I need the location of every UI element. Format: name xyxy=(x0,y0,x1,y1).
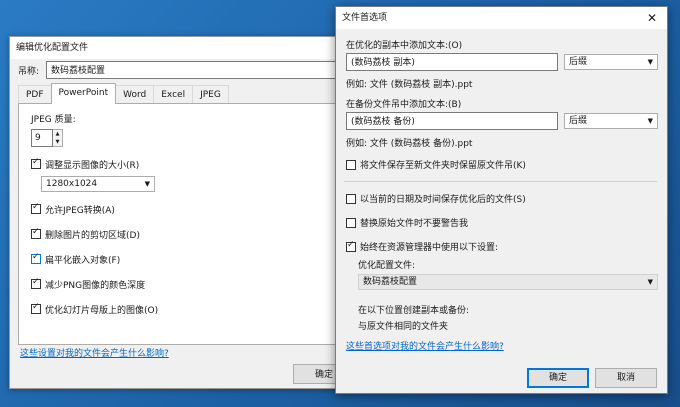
name-input[interactable]: 数码荔枝配置 xyxy=(46,61,354,79)
cancel-button[interactable]: 取消 xyxy=(595,368,657,388)
checkbox-icon[interactable] xyxy=(346,240,356,252)
delete-crop-checkbox[interactable]: 删除图片的剪切区域(D) xyxy=(31,226,158,242)
jpeg-quality-stepper[interactable]: 9 ▲ ▼ xyxy=(31,129,158,147)
checkbox-icon[interactable] xyxy=(31,252,41,264)
close-icon[interactable]: ✕ xyxy=(645,7,659,29)
profile-label: 优化配置文件: xyxy=(358,261,416,271)
tab-powerpoint[interactable]: PowerPoint xyxy=(50,83,117,104)
location-label: 在以下位置创建副本或备份: xyxy=(358,306,470,316)
location-value: 与原文件相同的文件夹 xyxy=(358,322,449,332)
resize-checkbox[interactable]: 调整显示图像的大小(R) xyxy=(31,156,158,172)
copy-example: 例如: 文件 (数码荔枝 副本).ppt xyxy=(346,80,473,90)
date-label: 以当前的日期及时间保存优化后的文件(S) xyxy=(360,195,526,205)
resolution-value: 1280x1024 xyxy=(46,179,98,189)
settings-help-link[interactable]: 这些设置对我的文件会产生什么影响? xyxy=(20,346,169,359)
no-warn-checkbox[interactable]: 替换原始文件时不要警告我 xyxy=(346,216,468,229)
separator xyxy=(344,181,657,182)
checkbox-icon[interactable] xyxy=(346,159,356,170)
checkbox-icon[interactable] xyxy=(346,193,356,204)
ok-button[interactable]: 确定 xyxy=(527,368,589,388)
spin-up-icon[interactable]: ▲ xyxy=(53,130,62,138)
edit-profile-window: 编辑优化配置文件 吊称: 数码荔枝配置 PDF PowerPoint Word … xyxy=(9,36,362,389)
tab-jpeg[interactable]: JPEG xyxy=(192,85,229,104)
date-checkbox[interactable]: 以当前的日期及时间保存优化后的文件(S) xyxy=(346,192,526,205)
dialog-title: 文件首选项 xyxy=(342,13,388,23)
resize-label: 调整显示图像的大小(R) xyxy=(45,160,140,171)
copy-position-select[interactable]: 后缀 ▼ xyxy=(564,54,658,70)
profile-select[interactable]: 数码荔枝配置 ▼ xyxy=(358,274,658,290)
chevron-down-icon: ▼ xyxy=(647,117,653,125)
optimize-master-label: 优化幻灯片母版上的图像(O) xyxy=(45,305,159,316)
chevron-down-icon: ▼ xyxy=(144,180,150,188)
backup-example: 例如: 文件 (数码荔枝 备份).ppt xyxy=(346,139,473,149)
name-label: 吊称: xyxy=(18,66,40,77)
dialog-title-bar: 文件首选项 ✕ xyxy=(336,7,667,29)
chevron-down-icon: ▼ xyxy=(647,278,653,286)
checkbox-icon[interactable] xyxy=(31,277,41,289)
checkbox-icon[interactable] xyxy=(31,202,41,214)
optimize-master-checkbox[interactable]: 优化幻灯片母版上的图像(O) xyxy=(31,301,158,317)
chevron-down-icon: ▼ xyxy=(647,58,653,66)
flatten-checkbox[interactable]: 扁平化嵌入对象(F) xyxy=(31,251,158,267)
window-title: 编辑优化配置文件 xyxy=(10,37,361,59)
name-row: 吊称: 数码荔枝配置 xyxy=(18,61,354,79)
checkbox-icon[interactable] xyxy=(31,157,41,169)
tab-word[interactable]: Word xyxy=(115,85,155,104)
checkbox-icon[interactable] xyxy=(31,302,41,314)
powerpoint-pane: JPEG 质量: 9 ▲ ▼ 调整显示图像的大小(R) 1280x1024 ▼ … xyxy=(18,103,350,345)
no-warn-label: 替换原始文件时不要警告我 xyxy=(360,219,469,229)
checkbox-icon[interactable] xyxy=(31,227,41,239)
tab-excel[interactable]: Excel xyxy=(153,85,194,104)
spin-down-icon[interactable]: ▼ xyxy=(53,138,62,146)
backup-text-input[interactable]: (数码荔枝 备份) xyxy=(346,112,558,130)
jpeg-quality-label: JPEG 质量: xyxy=(31,115,76,125)
backup-position-select[interactable]: 后缀 ▼ xyxy=(564,113,658,129)
profile-value: 数码荔枝配置 xyxy=(363,277,418,287)
jpeg-quality-value[interactable]: 9 xyxy=(31,129,53,147)
copy-label: 在优化的副本中添加文本:(O) xyxy=(346,41,463,51)
delete-crop-label: 删除图片的剪切区域(D) xyxy=(45,230,140,241)
keep-original-checkbox[interactable]: 将文件保存至新文件夹时保留原文件吊(K) xyxy=(346,158,526,171)
allow-jpeg-checkbox[interactable]: 允许JPEG转换(A) xyxy=(31,201,158,217)
always-use-checkbox[interactable]: 始终在资源管理器中使用以下设置: xyxy=(346,240,498,253)
copy-position-value: 后缀 xyxy=(569,57,588,67)
keep-original-label: 将文件保存至新文件夹时保留原文件吊(K) xyxy=(360,161,526,171)
resolution-select[interactable]: 1280x1024 ▼ xyxy=(41,176,155,192)
allow-jpeg-label: 允许JPEG转换(A) xyxy=(45,205,115,216)
reduce-png-checkbox[interactable]: 减少PNG图像的颜色深度 xyxy=(31,276,158,292)
preferences-help-link[interactable]: 这些首选项对我的文件会产生什么影响? xyxy=(346,339,504,352)
backup-label: 在备份文件吊中添加文本:(B) xyxy=(346,100,462,110)
tab-pdf[interactable]: PDF xyxy=(18,85,52,104)
backup-position-value: 后缀 xyxy=(569,116,588,126)
flatten-label: 扁平化嵌入对象(F) xyxy=(45,255,121,266)
tab-strip: PDF PowerPoint Word Excel JPEG xyxy=(18,83,229,104)
always-use-label: 始终在资源管理器中使用以下设置: xyxy=(360,243,499,253)
copy-text-input[interactable]: (数码荔枝 副本) xyxy=(346,53,558,71)
checkbox-icon[interactable] xyxy=(346,217,356,228)
file-preferences-dialog: 文件首选项 ✕ 在优化的副本中添加文本:(O) (数码荔枝 副本) 后缀 ▼ 例… xyxy=(335,6,668,394)
reduce-png-label: 减少PNG图像的颜色深度 xyxy=(45,280,146,291)
